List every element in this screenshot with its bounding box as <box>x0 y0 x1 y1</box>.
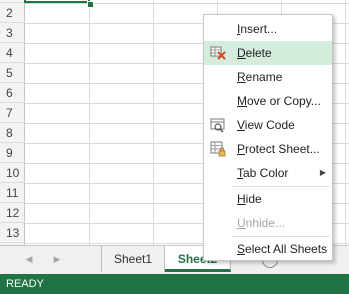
menu-item-label: Delete <box>237 46 272 60</box>
row-header[interactable]: 13 <box>0 223 24 243</box>
delete-sheet-icon <box>210 45 226 61</box>
menu-item-label: Tab Color <box>237 166 289 180</box>
menu-item-tab-color[interactable]: Tab Color ▶ <box>204 161 332 185</box>
row-header[interactable]: 12 <box>0 203 24 223</box>
scroll-tabs-right-icon[interactable]: ▶ <box>50 252 64 266</box>
submenu-arrow-icon: ▶ <box>319 168 326 177</box>
status-text: READY <box>6 278 44 290</box>
menu-item-protect-sheet[interactable]: Protect Sheet... <box>204 137 332 161</box>
menu-item-view-code[interactable]: View Code <box>204 113 332 137</box>
row-header[interactable]: 2 <box>0 3 24 23</box>
fill-handle[interactable] <box>87 1 94 8</box>
menu-item-label: Rename <box>237 70 283 84</box>
row-header[interactable]: 3 <box>0 23 24 43</box>
row-header[interactable]: 9 <box>0 143 24 163</box>
sheet-tab-context-menu: Insert... Delete Rename Move or Copy... <box>203 14 333 261</box>
view-code-icon <box>210 117 226 133</box>
row-header[interactable]: 11 <box>0 183 24 203</box>
gridline <box>153 0 154 245</box>
menu-item-delete[interactable]: Delete <box>204 41 332 65</box>
scroll-tabs-left-icon[interactable]: ◀ <box>22 252 36 266</box>
menu-item-label: Move or Copy... <box>237 94 321 108</box>
protect-sheet-icon <box>210 141 226 157</box>
row-header[interactable]: 6 <box>0 83 24 103</box>
row-header[interactable]: 7 <box>0 103 24 123</box>
row-header-column: 2 3 4 5 6 7 8 9 10 11 12 13 <box>0 0 25 245</box>
menu-item-rename[interactable]: Rename <box>204 65 332 89</box>
menu-item-label: Select All Sheets <box>237 242 328 256</box>
menu-item-label: Protect Sheet... <box>237 142 320 156</box>
gridline <box>345 0 346 245</box>
menu-item-move-or-copy[interactable]: Move or Copy... <box>204 89 332 113</box>
menu-item-label: Unhide... <box>237 216 286 230</box>
menu-item-label: Insert... <box>237 22 278 36</box>
menu-item-hide[interactable]: Hide <box>204 187 332 211</box>
menu-item-unhide: Unhide... <box>204 211 332 235</box>
row-header[interactable]: 10 <box>0 163 24 183</box>
row-header[interactable]: 5 <box>0 63 24 83</box>
menu-item-label: View Code <box>237 118 295 132</box>
menu-item-select-all-sheets[interactable]: Select All Sheets <box>204 237 332 261</box>
menu-item-label: Hide <box>237 192 262 206</box>
gridline <box>25 3 349 4</box>
active-cell-border[interactable] <box>24 0 90 3</box>
gridline <box>89 0 90 245</box>
row-header[interactable]: 4 <box>0 43 24 63</box>
status-bar: READY <box>0 274 349 294</box>
menu-item-insert[interactable]: Insert... <box>204 17 332 41</box>
sheet-tab-sheet1[interactable]: Sheet1 <box>101 246 165 272</box>
row-header[interactable]: 8 <box>0 123 24 143</box>
